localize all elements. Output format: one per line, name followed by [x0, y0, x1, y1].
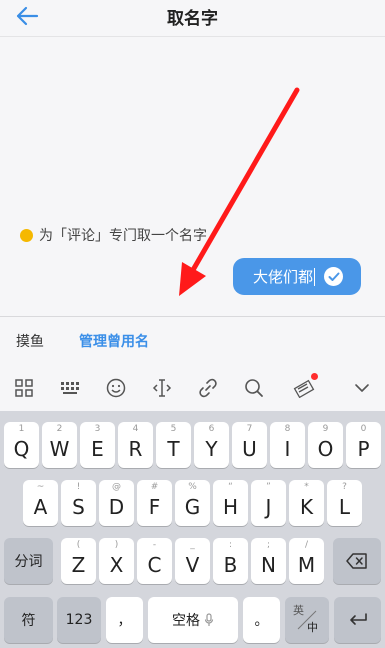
enter-key[interactable]: [334, 597, 381, 643]
key-g[interactable]: % G: [175, 480, 210, 526]
page-title: 取名字: [167, 9, 218, 29]
top-bar: 取名字: [0, 0, 385, 36]
language-switch-key[interactable]: 英 中: [285, 597, 329, 643]
key-h[interactable]: “H: [213, 480, 248, 526]
key-o[interactable]: 9O: [308, 422, 343, 468]
key-f[interactable]: # F: [137, 480, 172, 526]
backspace-key[interactable]: [333, 538, 381, 584]
grid-icon[interactable]: [11, 375, 37, 401]
text-cursor-icon[interactable]: [149, 375, 175, 401]
key-d[interactable]: @ D: [99, 480, 134, 526]
link-icon[interactable]: [195, 375, 221, 401]
space-key[interactable]: 空格: [148, 597, 238, 643]
diagonal-divider: [297, 610, 317, 630]
key-l[interactable]: ? L: [327, 480, 362, 526]
tab-moyu[interactable]: 摸鱼: [16, 331, 44, 351]
word-segment-key[interactable]: 分词: [4, 538, 53, 584]
key-i[interactable]: 8I: [270, 422, 305, 468]
comma-key[interactable]: ，: [106, 597, 143, 643]
keyboard-icon[interactable]: [57, 375, 83, 401]
key-e[interactable]: 3E: [80, 422, 115, 468]
hint-message: 为「评论」专门取一个名字: [20, 225, 207, 245]
key-x[interactable]: ) X: [99, 538, 134, 584]
confirm-button[interactable]: [324, 267, 343, 286]
emoji-icon[interactable]: [103, 375, 129, 401]
symbols-key[interactable]: 符: [4, 597, 53, 643]
keyboard: 1Q 2W 3E 4R 5T 6Y 7U 8I 9O 0P ~ A ! S @ D #…: [0, 411, 385, 648]
enter-icon: [349, 613, 367, 625]
hint-text: 为「评论」专门取一个名字: [39, 228, 207, 244]
key-s[interactable]: ! S: [61, 480, 96, 526]
backspace-icon: [346, 553, 367, 569]
name-input-value: 大佬们都: [253, 268, 314, 286]
key-v[interactable]: _ V: [175, 538, 210, 584]
key-j[interactable]: ” J: [251, 480, 286, 526]
search-icon[interactable]: [241, 375, 267, 401]
checkmark-icon: [328, 272, 339, 281]
key-a[interactable]: ~ A: [23, 480, 58, 526]
key-u[interactable]: 7U: [232, 422, 267, 468]
chevron-down-icon[interactable]: [349, 375, 375, 401]
text-cursor: [314, 267, 316, 286]
period-key[interactable]: 。: [243, 597, 280, 643]
handwriting-icon[interactable]: [291, 373, 318, 401]
numbers-key[interactable]: 123: [57, 597, 101, 643]
key-b[interactable]: :B: [213, 538, 248, 584]
key-y[interactable]: 6Y: [194, 422, 229, 468]
key-t[interactable]: 5T: [156, 422, 191, 468]
key-w[interactable]: 2W: [42, 422, 77, 468]
key-m[interactable]: / M: [289, 538, 324, 584]
key-p[interactable]: 0P: [346, 422, 381, 468]
keyboard-toolbar: [0, 365, 385, 411]
key-q[interactable]: 1Q: [4, 422, 39, 468]
key-z[interactable]: (Z: [61, 538, 96, 584]
key-r[interactable]: 4R: [118, 422, 153, 468]
notification-dot: [311, 373, 318, 380]
tab-manage-old-names[interactable]: 管理曾用名: [79, 331, 149, 351]
tab-bar: 摸鱼 管理曾用名: [0, 317, 385, 365]
microphone-icon: [204, 613, 214, 626]
name-input[interactable]: 大佬们都: [233, 258, 361, 295]
key-k[interactable]: * K: [289, 480, 324, 526]
notice-dot-icon: [20, 228, 33, 242]
header-divider: [0, 36, 385, 37]
key-c[interactable]: -C: [137, 538, 172, 584]
key-n[interactable]: ; N: [251, 538, 286, 584]
